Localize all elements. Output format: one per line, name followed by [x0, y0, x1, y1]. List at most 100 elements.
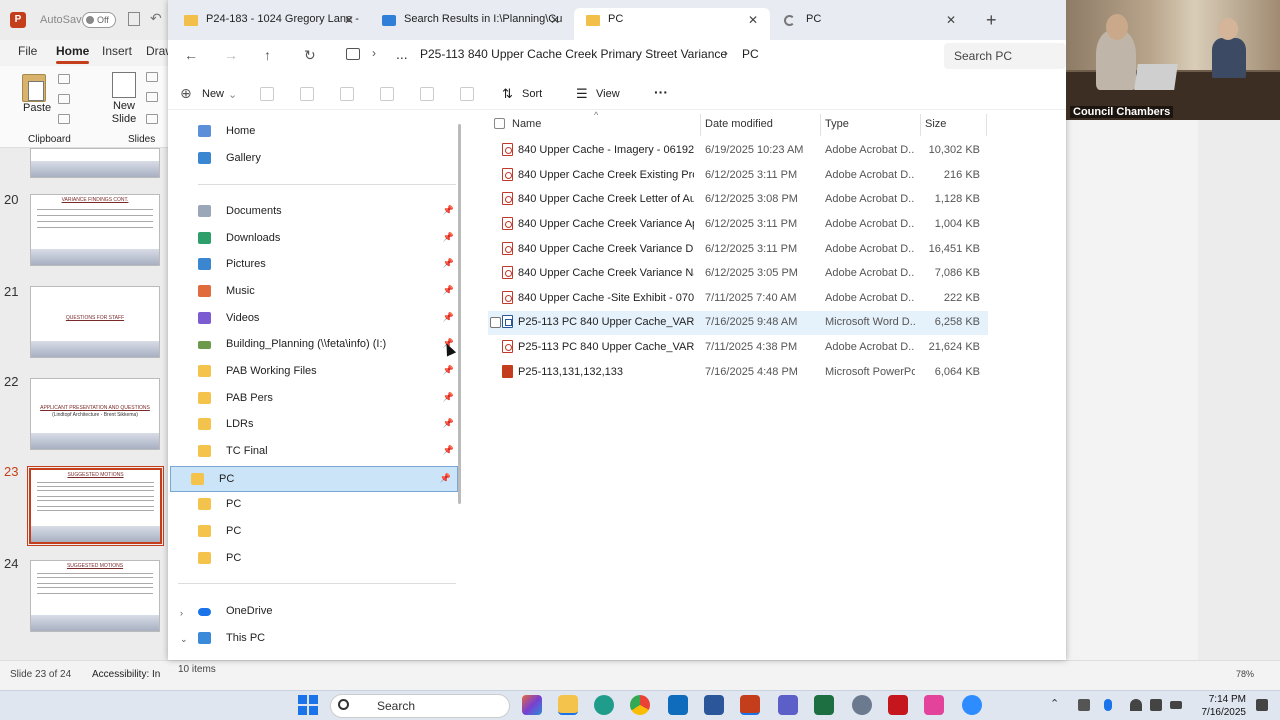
pin-icon[interactable]: 📌 — [443, 365, 454, 376]
nav-scrollbar[interactable] — [458, 124, 461, 504]
forward-arrow-icon[interactable]: → — [224, 47, 238, 63]
more-options-button[interactable]: ··· — [654, 84, 668, 100]
file-row[interactable]: 840 Upper Cache Creek Letter of Auth... 6… — [488, 188, 988, 212]
start-windows-icon[interactable] — [298, 695, 318, 715]
clock[interactable]: 7:14 PM 7/16/2025 — [1190, 693, 1247, 719]
taskbar-search[interactable]: Search — [330, 694, 510, 718]
nav-pc-4[interactable]: PC — [198, 548, 456, 570]
slide-thumb-21[interactable]: QUESTIONS FOR STAFF — [30, 286, 160, 358]
breadcrumb-folder[interactable]: P25-113 840 Upper Cache Creek Primary St… — [420, 47, 727, 61]
slide-thumb-20[interactable]: VARIANCE FINDINGS CONT. — [30, 194, 160, 266]
acrobat-icon[interactable] — [888, 695, 908, 715]
pin-icon[interactable]: 📌 — [443, 445, 454, 456]
paste-icon[interactable] — [22, 74, 46, 102]
column-divider[interactable] — [986, 114, 987, 136]
select-all-checkbox[interactable] — [494, 118, 505, 129]
new-button[interactable]: New — [202, 88, 224, 100]
close-tab-icon[interactable]: ✕ — [946, 13, 956, 27]
speaker-icon[interactable] — [1150, 699, 1162, 711]
explorer-tab-pc-active[interactable]: PC ✕ — [574, 8, 770, 40]
close-tab-icon[interactable]: ✕ — [344, 13, 354, 27]
delete-icon[interactable] — [460, 87, 474, 101]
layout-icon[interactable] — [146, 72, 158, 82]
nav-pab-working-files[interactable]: PAB Working Files 📌 — [198, 361, 456, 383]
nav-home[interactable]: Home — [198, 121, 456, 143]
pin-icon[interactable]: 📌 — [443, 285, 454, 296]
column-header-name[interactable]: Name — [512, 118, 541, 130]
explorer-tab-pc-loading[interactable]: PC ✕ — [772, 8, 968, 40]
paste-button[interactable]: Paste — [23, 102, 51, 114]
nav-ldrs[interactable]: LDRs 📌 — [198, 414, 456, 436]
nav-music[interactable]: Music 📌 — [198, 281, 456, 303]
tab-insert[interactable]: Insert — [102, 44, 132, 58]
close-tab-icon[interactable]: ✕ — [550, 13, 560, 27]
onedrive-tray-icon[interactable] — [1078, 699, 1090, 711]
refresh-icon[interactable]: ↻ — [304, 47, 316, 64]
pin-icon[interactable]: 📌 — [440, 473, 451, 484]
nav-building-planning-drive[interactable]: Building_Planning (\\feta\info) (I:) 📌 — [198, 334, 456, 356]
accessibility-status[interactable]: Accessibility: In — [92, 669, 160, 680]
word-icon[interactable] — [704, 695, 724, 715]
column-header-type[interactable]: Type — [825, 118, 849, 130]
nav-this-pc[interactable]: This PC — [198, 628, 456, 650]
reset-icon[interactable] — [146, 92, 158, 102]
slide-thumb-22[interactable]: APPLICANT PRESENTATION AND QUESTIONS (Li… — [30, 378, 160, 450]
file-row[interactable]: 840 Upper Cache -Site Exhibit - 070225 7/… — [488, 287, 988, 311]
autosave-toggle[interactable]: Off — [82, 12, 116, 28]
nav-downloads[interactable]: Downloads 📌 — [198, 228, 456, 250]
back-arrow-icon[interactable]: ← — [184, 47, 198, 63]
chevron-up-icon[interactable]: ⌃ — [1050, 697, 1059, 710]
battery-icon[interactable] — [1170, 701, 1182, 709]
pin-icon[interactable]: 📌 — [443, 205, 454, 216]
tab-home[interactable]: Home — [56, 44, 90, 64]
file-row[interactable]: 840 Upper Cache Creek Existing Prope... 6… — [488, 164, 988, 188]
copy-icon[interactable] — [300, 87, 314, 101]
settings-gear-icon[interactable] — [852, 695, 872, 715]
breadcrumb-overflow[interactable]: ... — [396, 46, 408, 62]
nav-tc-final[interactable]: TC Final 📌 — [198, 441, 456, 463]
column-divider[interactable] — [820, 114, 821, 136]
edge-icon[interactable] — [594, 695, 614, 715]
file-row[interactable]: 840 Upper Cache - Imagery - 061925 6/19/2… — [488, 139, 988, 163]
chrome-icon[interactable] — [630, 695, 650, 715]
excel-icon[interactable] — [814, 695, 834, 715]
column-divider[interactable] — [920, 114, 921, 136]
file-row[interactable]: P25-113 PC 840 Upper Cache_VAR_FIN... 7/1… — [488, 336, 988, 360]
pin-icon[interactable]: 📌 — [443, 392, 454, 403]
pin-icon[interactable]: 📌 — [443, 258, 454, 269]
explorer-tab-search-results[interactable]: Search Results in I:\Planning\Cu ✕ — [370, 8, 572, 40]
wifi-icon[interactable] — [1130, 699, 1142, 711]
tab-file[interactable]: File — [18, 44, 37, 58]
new-slide-icon[interactable] — [112, 72, 136, 98]
breadcrumb-current[interactable]: PC — [742, 47, 759, 61]
paste-icon[interactable] — [340, 87, 354, 101]
nav-pab-pers[interactable]: PAB Pers 📌 — [198, 388, 456, 410]
teams-icon[interactable] — [778, 695, 798, 715]
zoom-level[interactable]: 78% — [1236, 669, 1254, 679]
powerpoint-icon[interactable] — [740, 695, 760, 715]
new-tab-button[interactable]: + — [986, 10, 997, 31]
microphone-icon[interactable] — [1104, 699, 1112, 711]
sort-button[interactable]: Sort — [522, 88, 542, 100]
rename-icon[interactable] — [380, 87, 394, 101]
file-row[interactable]: 840 Upper Cache Creek Variance Narr... 6/… — [488, 262, 988, 286]
file-explorer-icon[interactable] — [558, 695, 578, 715]
nav-documents[interactable]: Documents 📌 — [198, 201, 456, 223]
snipping-tool-icon[interactable] — [924, 695, 944, 715]
copy-icon[interactable] — [58, 94, 70, 104]
file-row[interactable]: P25-113,131,132,133 7/16/2025 4:48 PM Micr… — [488, 361, 988, 385]
share-icon[interactable] — [420, 87, 434, 101]
explorer-tab-gregory-lane[interactable]: P24-183 - 1024 Gregory Lane - ✕ — [172, 8, 366, 40]
this-pc-icon[interactable] — [346, 48, 360, 60]
nav-pc-3[interactable]: PC — [198, 521, 456, 543]
chevron-down-icon[interactable]: ⌄ — [180, 634, 188, 645]
column-divider[interactable] — [700, 114, 701, 136]
undo-icon[interactable]: ↶ — [150, 10, 162, 27]
slide-thumb-23-selected[interactable]: SUGGESTED MOTIONS — [27, 466, 164, 546]
close-tab-icon[interactable]: ✕ — [748, 13, 758, 27]
nav-onedrive[interactable]: OneDrive — [198, 601, 456, 623]
slide-thumb-19[interactable] — [30, 148, 160, 178]
column-header-size[interactable]: Size — [925, 118, 946, 130]
cut-icon[interactable] — [260, 87, 274, 101]
zoom-icon[interactable] — [962, 695, 982, 715]
